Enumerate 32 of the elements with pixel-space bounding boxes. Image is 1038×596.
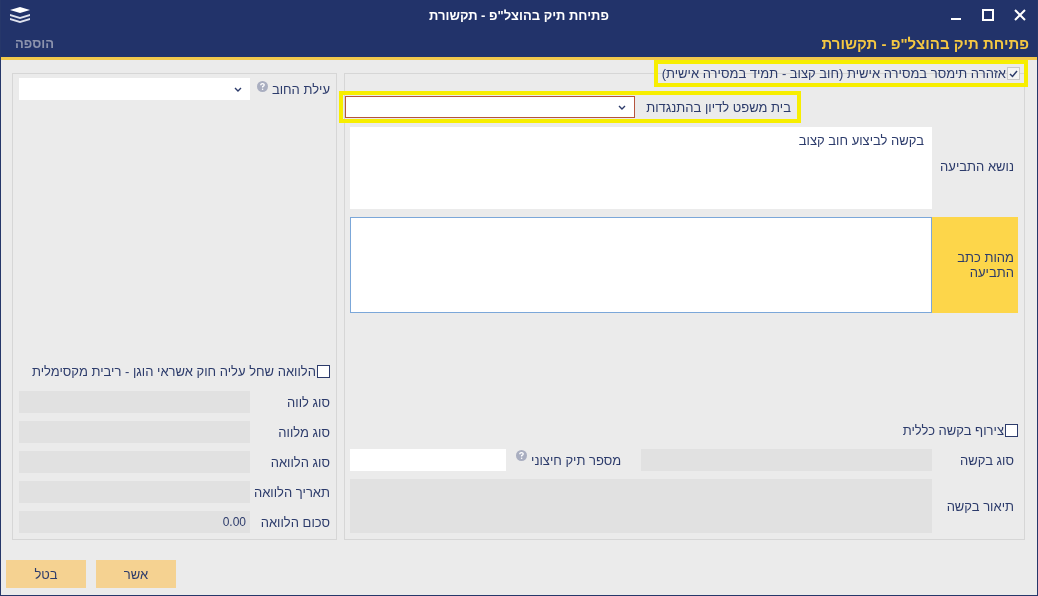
checkbox[interactable]: אזהרה תימסר במסירה אישית (חוב קצוב - תמיד במסירה אישית) — [661, 66, 1020, 81]
dropdown-field[interactable] — [345, 96, 635, 118]
field-label: בית משפט לדיון בהתנגדות — [646, 99, 791, 115]
field-label: סוג בקשה — [960, 452, 1014, 468]
field-label: מהות כתב התביעה — [932, 217, 1018, 313]
field-label: תאריך הלוואה — [253, 484, 330, 500]
field-label: עילת החוב — [271, 81, 330, 97]
field-label: סוג מלווה — [278, 424, 330, 440]
add-link[interactable]: הוספה — [15, 36, 54, 51]
checkbox[interactable]: הלוואה שחל עליה חוק אשראי הוגן - ריבית מקסימלית — [31, 364, 330, 379]
help-icon[interactable] — [516, 450, 527, 461]
field-label: סוג הלוואה — [270, 454, 330, 470]
field-label: נושא התביעה — [940, 158, 1014, 174]
help-icon[interactable] — [256, 80, 268, 92]
caret-icon — [234, 86, 242, 92]
input-field[interactable]: 0.00 — [19, 511, 250, 533]
page-title: פתיחת תיק בהוצל"פ - תקשורת — [821, 35, 1029, 52]
window-title: פתיחת תיק בהוצל"פ - תקשורת — [429, 7, 609, 23]
action-button[interactable]: בטל — [6, 560, 86, 588]
stack-icon — [9, 6, 31, 24]
dropdown-field[interactable] — [19, 78, 250, 100]
field-label: תיאור בקשה — [946, 498, 1014, 514]
caret-icon — [618, 104, 626, 110]
maximize-icon[interactable] — [979, 6, 997, 24]
check-icon — [1009, 69, 1018, 78]
field-label: סוג לווה — [287, 394, 330, 410]
checkbox[interactable]: צירוף בקשה כללית — [902, 423, 1018, 438]
text-area[interactable] — [350, 217, 932, 313]
field-label: מספר תיק חיצוני — [531, 452, 622, 468]
text-area[interactable]: בקשה לביצוע חוב קצוב — [350, 127, 932, 209]
field-label: סכום הלוואה — [260, 514, 330, 530]
action-button[interactable]: אשר — [96, 560, 176, 588]
